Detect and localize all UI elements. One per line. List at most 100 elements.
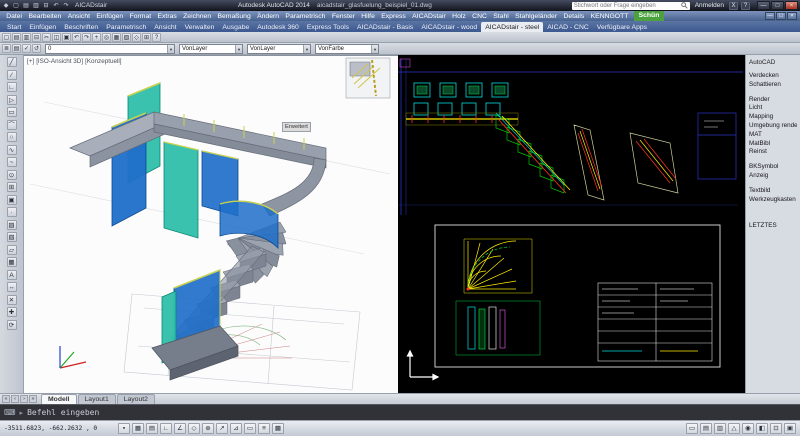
doc-window-button[interactable]: × — [787, 12, 797, 20]
ribbon-tab[interactable]: AICAD - CNC — [543, 22, 593, 32]
status-toggle-icon[interactable]: ∟ — [160, 423, 172, 434]
chevron-down-icon[interactable]: ▾ — [235, 45, 242, 53]
ribbon-tab[interactable]: Ansicht — [150, 22, 180, 32]
status-toggle-icon[interactable]: ∠ — [174, 423, 186, 434]
menu-item[interactable]: Format — [126, 13, 154, 20]
draw-tool-icon[interactable]: ✕ — [7, 295, 17, 305]
panel-item[interactable]: Umgebung rende — [749, 122, 797, 131]
draw-tool-icon[interactable]: ▱ — [7, 245, 17, 255]
status-icon[interactable]: ▥ — [714, 423, 726, 434]
menu-item[interactable]: Ansicht — [65, 13, 94, 20]
toolbar-icon[interactable]: ↶ — [72, 33, 81, 42]
layout-tab[interactable]: Layout1 — [78, 394, 116, 404]
command-input[interactable]: Befehl eingeben — [27, 408, 99, 417]
menu-item[interactable]: Stahlgeländer — [512, 13, 560, 20]
window-button[interactable]: — — [757, 1, 770, 10]
layer-toolbar-icon[interactable]: ↺ — [32, 44, 41, 53]
draw-tool-icon[interactable]: ⟳ — [7, 320, 17, 330]
window-button[interactable]: □ — [771, 1, 784, 10]
toolbar-icon[interactable]: ▥ — [22, 33, 31, 42]
layout-tab[interactable]: Modell — [41, 394, 77, 404]
status-icon[interactable]: ◉ — [742, 423, 754, 434]
model-viewport-3d[interactable]: [+][ISO-Ansicht 3D][Konzeptuell] Erweite… — [24, 55, 398, 393]
panel-item[interactable]: Werkzeugkasten — [749, 196, 797, 205]
menu-item[interactable]: AICADstair — [409, 13, 449, 20]
ribbon-tab[interactable]: Verfügbare Apps — [593, 22, 651, 32]
search-icon[interactable] — [681, 2, 688, 9]
ribbon-tab[interactable]: Beschriften — [60, 22, 102, 32]
panel-item[interactable]: MatBibl — [749, 140, 797, 149]
toolbar-icon[interactable]: ▢ — [2, 33, 11, 42]
menu-item[interactable]: Bearbeiten — [25, 13, 64, 20]
property-combo[interactable]: VonFarbe▾ — [315, 44, 379, 54]
draw-tool-icon[interactable]: ▦ — [7, 257, 17, 267]
menu-item[interactable]: CNC — [469, 13, 490, 20]
panel-item[interactable]: Licht — [749, 104, 797, 113]
tab-nav-icon[interactable]: » — [29, 395, 37, 403]
tab-nav-icon[interactable]: › — [20, 395, 28, 403]
workspace-switcher[interactable]: AICADstair — [75, 2, 107, 9]
ribbon-tab[interactable]: Verwalten — [181, 22, 219, 32]
draw-tool-icon[interactable]: ∕ — [7, 70, 17, 80]
menu-item[interactable]: Details — [560, 13, 587, 20]
chevron-down-icon[interactable]: ▾ — [303, 45, 310, 53]
qat-icon[interactable]: ◆ — [2, 2, 10, 10]
panel-item[interactable]: Anzeig — [749, 172, 797, 181]
toolbar-icon[interactable]: ◇ — [132, 33, 141, 42]
ribbon-tab[interactable]: AICADstair - wood — [417, 22, 481, 32]
status-icon[interactable]: ▣ — [784, 423, 796, 434]
panel-item[interactable]: Textbild — [749, 187, 797, 196]
draw-tool-icon[interactable]: ⊞ — [7, 182, 17, 192]
menu-item[interactable]: Bemaßung — [214, 13, 254, 20]
ribbon-tab[interactable]: AICADstair - steel — [481, 22, 543, 32]
status-icon[interactable]: ◧ — [756, 423, 768, 434]
property-combo[interactable]: VonLayer▾ — [179, 44, 243, 54]
model-viewport-2d[interactable] — [398, 55, 745, 393]
signin-button[interactable]: Anmelden — [695, 2, 724, 9]
ribbon-tab[interactable]: Ausgabe — [218, 22, 253, 32]
brand-badge[interactable]: Schün — [634, 11, 665, 21]
status-icon[interactable]: ▤ — [700, 423, 712, 434]
toolbar-icon[interactable]: ◎ — [102, 33, 111, 42]
menu-item[interactable]: Ändern — [254, 13, 282, 20]
status-toggle-icon[interactable]: ▩ — [272, 423, 284, 434]
draw-tool-icon[interactable]: ✚ — [7, 307, 17, 317]
draw-tool-icon[interactable]: ∿ — [7, 145, 17, 155]
ribbon-tab[interactable]: AICADstair - Basis — [353, 22, 417, 32]
viewport-control[interactable]: [+] — [27, 58, 34, 65]
status-toggle-icon[interactable]: ↗ — [216, 423, 228, 434]
menu-item[interactable]: Fenster — [329, 13, 358, 20]
layer-toolbar-icon[interactable]: ≣ — [2, 44, 11, 53]
draw-tool-icon[interactable]: ↔ — [7, 282, 17, 292]
toolbar-icon[interactable]: ↷ — [82, 33, 91, 42]
qat-icon[interactable]: ↷ — [62, 2, 70, 10]
menu-item[interactable]: Stahl — [490, 13, 512, 20]
panel-item[interactable]: Mapping — [749, 113, 797, 122]
status-toggle-icon[interactable]: ▪ — [118, 423, 130, 434]
ribbon-tab[interactable]: Einfügen — [25, 22, 60, 32]
toolbar-icon[interactable]: + — [92, 33, 101, 42]
ribbon-tab[interactable]: Parametrisch — [102, 22, 150, 32]
menu-item[interactable]: Einfügen — [93, 13, 126, 20]
status-toggle-icon[interactable]: ◇ — [188, 423, 200, 434]
status-icon[interactable]: △ — [728, 423, 740, 434]
chevron-down-icon[interactable]: ▾ — [371, 45, 378, 53]
menu-item[interactable]: Hilfe — [358, 13, 378, 20]
status-icon[interactable]: ⊡ — [770, 423, 782, 434]
panel-item[interactable]: Verdecken — [749, 72, 797, 81]
viewport-control[interactable]: [ISO-Ansicht 3D] — [36, 58, 83, 65]
draw-tool-icon[interactable]: ▭ — [7, 107, 17, 117]
menu-item[interactable]: KENNGOTT — [587, 13, 631, 20]
tab-nav-icon[interactable]: « — [2, 395, 10, 403]
draw-tool-icon[interactable]: A — [7, 270, 17, 280]
qat-icon[interactable]: ▤ — [22, 2, 30, 10]
layer-combo[interactable]: 0 ▾ — [45, 44, 175, 54]
panel-item[interactable]: LETZTES — [749, 222, 797, 231]
draw-tool-icon[interactable]: ▨ — [7, 220, 17, 230]
panel-item[interactable]: Reinst — [749, 148, 797, 157]
qat-icon[interactable]: ↶ — [52, 2, 60, 10]
layer-toolbar-icon[interactable]: ▤ — [12, 44, 21, 53]
draw-tool-icon[interactable]: ○ — [7, 132, 17, 142]
panel-item[interactable]: Render — [749, 96, 797, 105]
doc-window-button[interactable]: — — [765, 12, 775, 20]
